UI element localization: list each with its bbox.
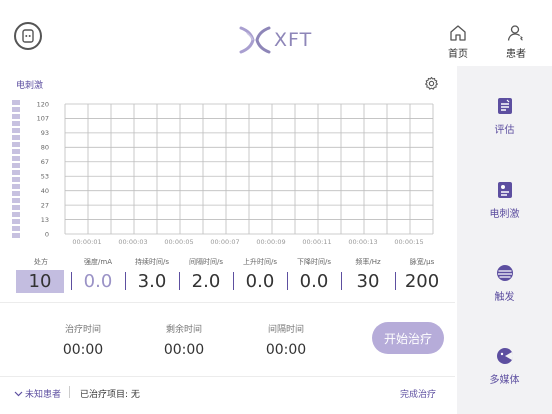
param-separator — [395, 272, 396, 290]
param-label-interval: 间隔时间/s — [188, 258, 223, 266]
param-label-duration: 持续时间/s — [134, 258, 169, 266]
y-tick-label: 93 — [41, 129, 49, 137]
patient-label: 未知患者 — [25, 390, 62, 400]
timer-label-treatment: 治疗时间 — [64, 325, 101, 335]
x-tick-label: 00:00:07 — [210, 238, 239, 246]
param-label-rise: 上升时间/s — [242, 258, 277, 266]
param-separator — [71, 272, 72, 290]
multimedia-icon — [496, 348, 513, 364]
evaluation-icon — [497, 98, 512, 114]
patient-selector[interactable]: 未知患者 — [14, 387, 61, 400]
sidebar-item-trigger[interactable]: 触发 — [457, 264, 552, 303]
x-tick-label: 00:00:03 — [118, 238, 147, 246]
stimulation-icon — [497, 182, 512, 198]
x-tick-label: 00:00:09 — [256, 238, 285, 246]
sidebar-item-label: 评估 — [494, 125, 515, 136]
param-separator — [341, 272, 342, 290]
param-value-rise[interactable]: 0.0 — [234, 271, 286, 292]
param-separator — [125, 272, 126, 290]
treated-items-label: 已治疗项目: 无 — [80, 390, 140, 400]
x-tick-label: 00:00:11 — [302, 238, 331, 246]
x-tick-label: 00:00:01 — [72, 238, 101, 246]
param-label-intensity: 强度/mA — [84, 258, 112, 266]
param-separator — [287, 272, 288, 290]
param-separator — [179, 272, 180, 290]
param-value-interval[interactable]: 2.0 — [180, 271, 232, 292]
sidebar-item-label: 电刺激 — [489, 209, 520, 220]
param-label-fall: 下降时间/s — [296, 258, 331, 266]
param-value-fall[interactable]: 0.0 — [288, 271, 340, 292]
param-value-duration[interactable]: 3.0 — [126, 271, 178, 292]
param-value-pulse-width[interactable]: 200 — [396, 271, 448, 292]
param-label-frequency: 频率/Hz — [355, 258, 381, 266]
sidebar-item-stimulation[interactable]: 电刺激 — [457, 181, 552, 220]
y-tick-label: 107 — [37, 115, 49, 123]
patient-icon — [507, 25, 523, 41]
timer-value-treatment: 00:00 — [62, 342, 104, 358]
y-tick-label: 53 — [41, 173, 49, 181]
chart-x-ticks: 00:00:01 00:00:03 00:00:05 00:00:07 00:00:09… — [72, 238, 423, 246]
sidebar-item-label: 多媒体 — [489, 375, 520, 386]
start-treatment-button[interactable]: 开始治疗 — [372, 322, 444, 354]
chart-y-ticks: 120 107 93 80 67 53 40 27 13 0 — [37, 100, 49, 238]
finish-treatment-button[interactable]: 完成治疗 — [400, 387, 436, 400]
chart-grid — [64, 103, 434, 235]
sidebar-item-label: 触发 — [494, 292, 515, 303]
x-tick-label: 00:00:15 — [394, 238, 423, 246]
x-tick-label: 00:00:13 — [348, 238, 377, 246]
prescription-label: 处方 — [34, 258, 48, 266]
param-label-pulse-width: 脉宽/μs — [409, 258, 435, 266]
y-tick-label: 120 — [37, 100, 49, 108]
param-value-frequency[interactable]: 30 — [342, 271, 394, 292]
timer-label-remaining: 剩余时间 — [165, 325, 202, 335]
y-tick-label: 0 — [45, 230, 49, 238]
y-tick-label: 27 — [41, 201, 49, 209]
nav-patient[interactable]: 患者 — [496, 24, 536, 60]
timer-value-remaining: 00:00 — [163, 342, 205, 358]
sidebar-item-multimedia[interactable]: 多媒体 — [457, 347, 552, 386]
trigger-icon — [496, 265, 513, 281]
timer-value-interval: 00:00 — [265, 342, 307, 358]
x-tick-label: 00:00:05 — [164, 238, 193, 246]
y-tick-label: 67 — [41, 158, 49, 166]
y-tick-label: 80 — [41, 144, 49, 152]
y-tick-label: 40 — [41, 187, 49, 195]
footer-divider — [69, 386, 70, 398]
sidebar-item-evaluation[interactable]: 评估 — [457, 97, 552, 136]
stimulation-chart: 120107938067534027130 00:00:01 00:00:03 00… — [37, 100, 434, 246]
y-tick-label: 13 — [41, 216, 49, 224]
param-separator — [233, 272, 234, 290]
prescription-selector[interactable]: 10 — [16, 270, 64, 293]
nav-patient-label: 患者 — [506, 49, 526, 60]
param-value-intensity[interactable]: 0.0 — [72, 271, 124, 292]
timer-label-interval: 间隔时间 — [267, 325, 304, 335]
chevron-down-icon — [14, 391, 23, 396]
